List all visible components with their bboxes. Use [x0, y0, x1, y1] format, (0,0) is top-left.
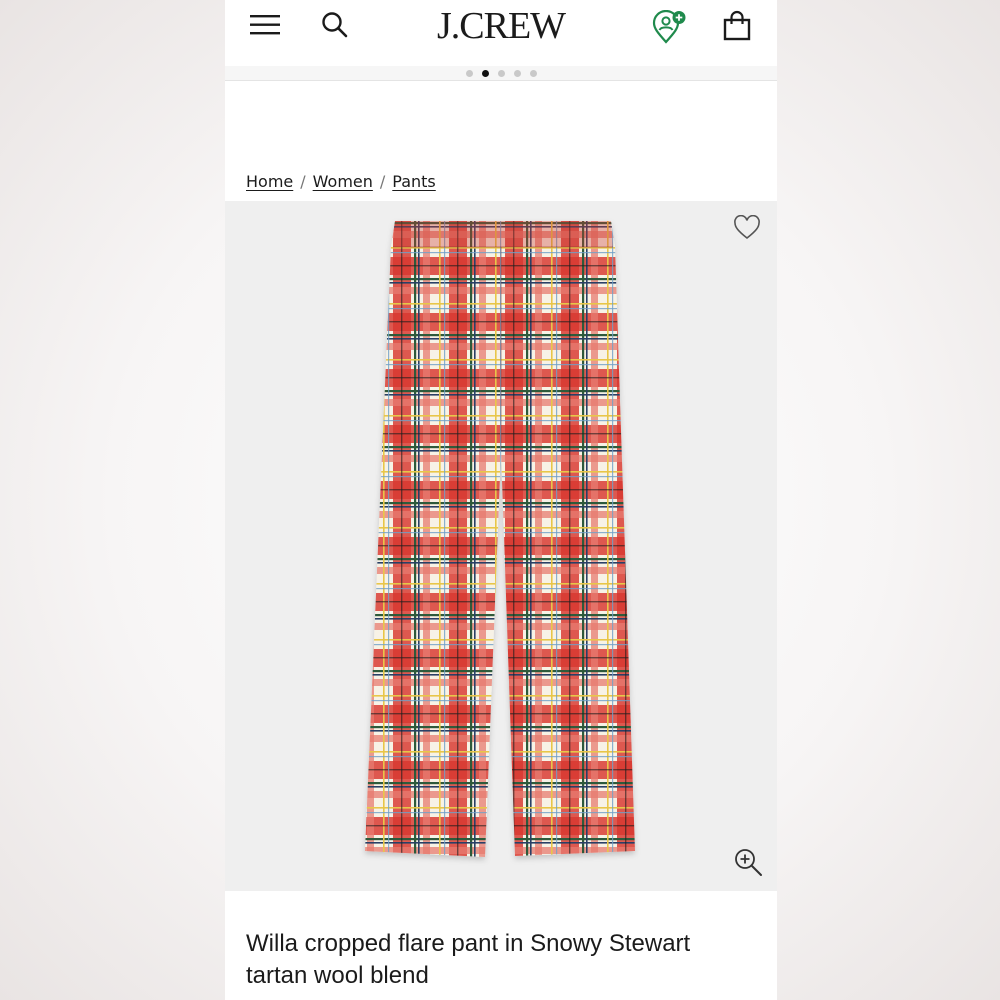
- product-image[interactable]: [225, 201, 777, 891]
- heart-icon[interactable]: [733, 215, 761, 241]
- mobile-page: J.CREW Home / Women / Pants Willa croppe…: [225, 0, 777, 1000]
- breadcrumb: Home / Women / Pants: [246, 172, 436, 191]
- site-header: J.CREW: [225, 0, 777, 66]
- product-photo-pants: [365, 221, 635, 857]
- rewards-icon[interactable]: [649, 10, 689, 46]
- carousel-dot[interactable]: [497, 70, 505, 77]
- carousel-dot[interactable]: [529, 70, 537, 77]
- carousel-dot[interactable]: [481, 70, 489, 77]
- product-title: Willa cropped flare pant in Snowy Stewar…: [246, 930, 691, 989]
- breadcrumb-link-home[interactable]: Home: [246, 172, 293, 191]
- breadcrumb-link-pants[interactable]: Pants: [392, 172, 435, 191]
- carousel-dot[interactable]: [513, 70, 521, 77]
- shopping-bag-icon[interactable]: [722, 10, 752, 42]
- zoom-in-icon[interactable]: [733, 847, 765, 879]
- breadcrumb-link-women[interactable]: Women: [313, 172, 373, 191]
- breadcrumb-separator: /: [300, 172, 306, 191]
- breadcrumb-separator: /: [379, 172, 386, 191]
- carousel-dot[interactable]: [465, 70, 473, 77]
- carousel-dots[interactable]: [225, 70, 777, 77]
- carousel-indicator-bar: [225, 66, 777, 81]
- brand-logo[interactable]: J.CREW: [225, 4, 777, 48]
